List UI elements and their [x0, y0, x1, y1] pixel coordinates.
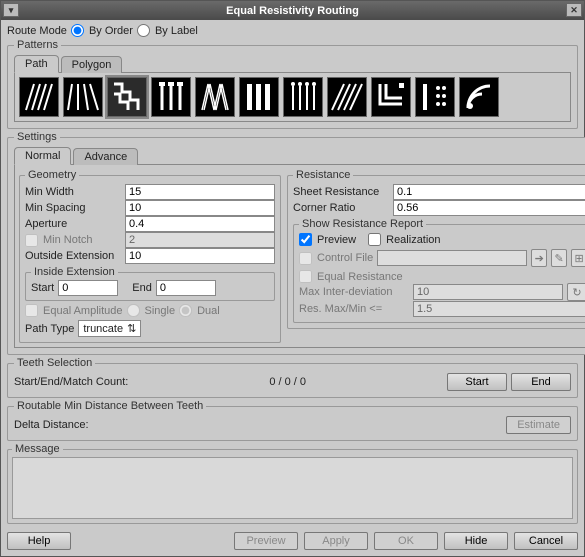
path-type-label: Path Type	[25, 323, 74, 335]
min-restore-button[interactable]: ▾	[3, 3, 19, 17]
inside-ext-legend: Inside Extension	[31, 266, 118, 278]
help-button[interactable]: Help	[7, 532, 71, 550]
inside-ext-group: Inside Extension Start End	[25, 266, 275, 301]
delta-label: Delta Distance:	[14, 419, 89, 431]
tab-polygon[interactable]: Polygon	[61, 56, 123, 73]
teeth-count-label: Start/End/Match Count:	[14, 376, 128, 388]
control-file-go-button[interactable]: ➔	[531, 249, 547, 267]
teeth-legend: Teeth Selection	[14, 357, 95, 369]
hide-button[interactable]: Hide	[444, 532, 508, 550]
estimate-button[interactable]: Estimate	[506, 416, 571, 434]
patterns-legend: Patterns	[14, 39, 61, 51]
ok-button[interactable]: OK	[374, 532, 438, 550]
pattern-5[interactable]	[195, 77, 235, 117]
min-width-label: Min Width	[25, 186, 121, 198]
settings-tabs: Normal Advance	[14, 147, 585, 165]
path-type-select[interactable]: truncate ⇅	[78, 320, 141, 337]
sheet-res-input[interactable]	[393, 184, 585, 200]
control-file-check[interactable]: Control File	[299, 252, 373, 265]
equal-amplitude-check[interactable]: Equal Amplitude	[25, 304, 123, 317]
pattern-2[interactable]	[63, 77, 103, 117]
dialog-window: ▾ Equal Resistivity Routing ✕ Route Mode…	[0, 0, 585, 557]
pattern-6[interactable]	[239, 77, 279, 117]
outside-ext-label: Outside Extension	[25, 250, 121, 262]
control-file-browse-button[interactable]: ⊞	[571, 249, 585, 267]
footer: Help Preview Apply OK Hide Cancel	[1, 528, 584, 556]
inside-start-label: Start	[31, 282, 54, 294]
max-inter-label: Max Inter-deviation	[299, 286, 409, 298]
message-legend: Message	[12, 443, 63, 455]
settings-body: Geometry Min Width Min Spacing Aperture	[14, 164, 585, 348]
window-title: Equal Resistivity Routing	[226, 5, 359, 17]
tab-advance[interactable]: Advance	[73, 148, 138, 165]
tab-normal[interactable]: Normal	[14, 147, 71, 165]
max-inter-input	[413, 284, 563, 300]
inside-start-input[interactable]	[58, 280, 118, 296]
titlebar: ▾ Equal Resistivity Routing ✕	[1, 1, 584, 20]
patterns-body	[14, 72, 571, 122]
aperture-label: Aperture	[25, 218, 121, 230]
show-report-legend: Show Resistance Report	[299, 218, 426, 230]
pattern-10[interactable]	[415, 77, 455, 117]
route-mode-by-label[interactable]: By Label	[137, 24, 198, 37]
res-maxmin-input	[413, 301, 585, 317]
preview-button[interactable]: Preview	[234, 532, 298, 550]
report-realization-check[interactable]: Realization	[368, 233, 440, 246]
resistance-group: Resistance Sheet Resistance Corner Ratio…	[287, 169, 585, 329]
show-report-group: Show Resistance Report Preview Realizati…	[293, 218, 585, 323]
pattern-4[interactable]	[151, 77, 191, 117]
min-spacing-input[interactable]	[125, 200, 275, 216]
message-group: Message	[7, 443, 578, 524]
message-box[interactable]	[12, 457, 573, 519]
resistance-legend: Resistance	[293, 169, 353, 181]
teeth-group: Teeth Selection Start/End/Match Count: 0…	[7, 357, 578, 398]
routable-group: Routable Min Distance Between Teeth Delt…	[7, 400, 578, 441]
equal-amp-dual[interactable]: Dual	[179, 304, 220, 317]
settings-legend: Settings	[14, 131, 60, 143]
sheet-res-label: Sheet Resistance	[293, 186, 389, 198]
control-file-input	[377, 250, 527, 266]
geometry-group: Geometry Min Width Min Spacing Aperture	[19, 169, 281, 343]
equal-amp-single[interactable]: Single	[127, 304, 176, 317]
pattern-11[interactable]	[459, 77, 499, 117]
corner-ratio-label: Corner Ratio	[293, 202, 389, 214]
aperture-input[interactable]	[125, 216, 275, 232]
control-file-edit-button[interactable]: ✎	[551, 249, 567, 267]
tab-path[interactable]: Path	[14, 55, 59, 73]
patterns-tabs: Path Polygon	[14, 55, 571, 73]
chevron-updown-icon: ⇅	[127, 322, 136, 335]
pattern-7[interactable]	[283, 77, 323, 117]
min-spacing-label: Min Spacing	[25, 202, 121, 214]
settings-group: Settings Normal Advance Geometry Min Wid…	[7, 131, 585, 355]
teeth-end-button[interactable]: End	[511, 373, 571, 391]
pattern-1[interactable]	[19, 77, 59, 117]
route-mode-label: Route Mode	[7, 25, 67, 37]
teeth-count-value: 0 / 0 / 0	[132, 376, 443, 388]
min-notch-check[interactable]: Min Notch	[25, 234, 121, 247]
min-notch-input	[125, 232, 275, 248]
min-width-input[interactable]	[125, 184, 275, 200]
route-mode-by-order[interactable]: By Order	[71, 24, 133, 37]
inside-end-label: End	[132, 282, 152, 294]
pattern-8[interactable]	[327, 77, 367, 117]
inside-end-input[interactable]	[156, 280, 216, 296]
patterns-group: Patterns Path Polygon	[7, 39, 578, 129]
pattern-9[interactable]	[371, 77, 411, 117]
geometry-legend: Geometry	[25, 169, 79, 181]
report-preview-check[interactable]: Preview	[299, 233, 356, 246]
equal-resistance-check[interactable]: Equal Resistance	[299, 270, 403, 283]
close-button[interactable]: ✕	[566, 3, 582, 17]
route-mode-row: Route Mode By Order By Label	[7, 24, 578, 37]
corner-ratio-input[interactable]	[393, 200, 585, 216]
apply-button[interactable]: Apply	[304, 532, 368, 550]
res-maxmin-label: Res. Max/Min <=	[299, 303, 409, 315]
teeth-start-button[interactable]: Start	[447, 373, 507, 391]
routable-legend: Routable Min Distance Between Teeth	[14, 400, 206, 412]
max-inter-refresh-button[interactable]: ↻	[567, 283, 585, 301]
outside-ext-input[interactable]	[125, 248, 275, 264]
cancel-button[interactable]: Cancel	[514, 532, 578, 550]
pattern-3[interactable]	[107, 77, 147, 117]
